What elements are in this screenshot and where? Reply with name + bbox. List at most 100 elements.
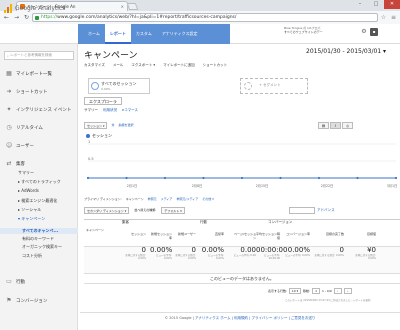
- report-action[interactable]: メール: [113, 63, 124, 68]
- total-value: 0.00: [240, 246, 256, 254]
- total-value: 0.00%: [287, 246, 310, 254]
- report-action[interactable]: エクスポート ▾: [131, 63, 155, 68]
- forward-icon[interactable]: →: [12, 13, 21, 22]
- total-value: ¥0: [367, 246, 376, 254]
- explorer-tab[interactable]: エクスプローラ: [84, 97, 122, 105]
- add-segment-button[interactable]: + セグメント: [240, 78, 308, 94]
- total-value: 0.00%: [201, 246, 224, 254]
- line-chart-icon[interactable]: ⌇: [330, 122, 341, 129]
- dimension-tab[interactable]: メディア: [161, 197, 173, 201]
- nav-tab[interactable]: アナリティクス設定: [156, 24, 203, 44]
- report-action[interactable]: カスタマイズ: [84, 63, 105, 68]
- table-column-header[interactable]: 直帰率: [200, 232, 224, 236]
- sidebar-item[interactable]: ▦ マイレポート一覧: [0, 68, 78, 80]
- header-icons: ⚙ ▪: [360, 28, 378, 36]
- dimension-tab[interactable]: その他 ▾: [202, 197, 213, 201]
- sidebar-item[interactable]: ⚑ コンバージョン: [0, 295, 78, 307]
- avatar[interactable]: ▪: [370, 28, 378, 36]
- data-point: [163, 176, 167, 180]
- table-column-header[interactable]: 新規ユーザー: [174, 232, 196, 236]
- footer-copyright: © 2015 Google |: [164, 316, 194, 320]
- table-total-cell: 0.00% ビューの平均: 0.00%: [200, 246, 224, 260]
- sidebar-subitem[interactable]: すべてのキャンペ...: [22, 228, 58, 234]
- rows-dropdown[interactable]: 10 ▾: [289, 288, 302, 294]
- nav-tab[interactable]: ホーム: [83, 24, 105, 44]
- table-column-header[interactable]: 目標値: [350, 232, 376, 236]
- sidebar-item[interactable]: ◷ リアルタイム: [0, 122, 78, 134]
- explorer-subtab[interactable]: eコマース: [122, 108, 138, 113]
- tab-close-icon[interactable]: ×: [121, 4, 127, 9]
- table-first-col-header[interactable]: キャンペーン: [86, 228, 106, 232]
- back-icon[interactable]: ←: [2, 13, 11, 22]
- explorer-subtab[interactable]: サマリー: [84, 108, 98, 113]
- nav-tab[interactable]: レポート: [104, 24, 131, 44]
- sidebar-subitem[interactable]: ▸ すべてのトラフィック: [18, 179, 61, 185]
- sidebar-item[interactable]: ☺ ユーザー: [0, 140, 78, 152]
- account-selector[interactable]: Blue Tongue の UAプロパ すべてのウェブサイトのデー: [284, 26, 358, 40]
- dimension-tab[interactable]: 参照元/メディア: [176, 197, 198, 201]
- data-point: [317, 176, 321, 180]
- table-column-header[interactable]: 平均セッション時間: [256, 232, 280, 240]
- table-column-header[interactable]: 新規セッション率: [150, 232, 172, 240]
- sort-type-dropdown[interactable]: デフォルト ▾: [161, 207, 185, 214]
- sidebar-subitem[interactable]: サマリー: [18, 170, 34, 176]
- sidebar-subitem[interactable]: ▾ キャンペーン: [18, 216, 45, 222]
- dimension-tab[interactable]: キャンペーン: [126, 197, 144, 201]
- table-group-header: 集客: [122, 220, 129, 224]
- table-column-header[interactable]: セッション: [122, 232, 146, 236]
- maximize-icon[interactable]: □: [368, 0, 384, 9]
- sidebar-subitem[interactable]: ▸ AdWords: [18, 188, 39, 193]
- address-bar[interactable]: https://www.google.com/analytics/web/?hl…: [32, 13, 378, 22]
- dimension-tab[interactable]: 参照元: [148, 197, 157, 201]
- menu-icon[interactable]: ≡: [389, 13, 398, 22]
- total-value: 0.00%: [150, 246, 173, 254]
- sidebar-item-label: マイレポート一覧: [16, 72, 52, 77]
- sidebar-subitem[interactable]: ▸ 検索エンジン最適化: [18, 198, 57, 204]
- select-metric-link[interactable]: 指標を選択: [118, 122, 133, 129]
- next-page-icon[interactable]: ›: [343, 288, 352, 294]
- acquisition-icon: ⇄: [6, 160, 12, 167]
- table-controls: セカンダリ ディメンション ▾ 並べ替えの種類: デフォルト ▾: [84, 207, 185, 214]
- goto-input[interactable]: 1: [312, 288, 321, 294]
- explorer-subtab[interactable]: 利用状況: [103, 108, 117, 113]
- advanced-link[interactable]: アドバンス: [317, 207, 335, 214]
- report-action[interactable]: ショートカット: [203, 63, 228, 68]
- sidebar-item-label: インテリジェンス イベント: [16, 108, 72, 113]
- segment-all-sessions[interactable]: すべてのセッション 0.00%: [88, 78, 150, 94]
- secondary-dimension-dropdown[interactable]: セカンダリ ディメンション ▾: [84, 207, 130, 214]
- analytics-logo-icon: [4, 4, 13, 13]
- reload-icon[interactable]: ↻: [22, 13, 31, 22]
- close-icon[interactable]: ✕: [384, 0, 400, 9]
- time-granularity-icon[interactable]: ▤: [318, 122, 329, 129]
- star-icon[interactable]: ☆: [379, 13, 388, 22]
- sidebar-subitem[interactable]: コスト分析: [22, 253, 42, 259]
- motion-chart-icon[interactable]: ◎: [342, 122, 353, 129]
- sidebar-subitem[interactable]: ▸ ソーシャル: [18, 207, 41, 213]
- sidebar-item[interactable]: ⇄ 集客: [0, 158, 78, 170]
- metric-dropdown[interactable]: セッション ▾: [84, 122, 108, 129]
- table-column-header[interactable]: ページ/セッション: [232, 232, 256, 240]
- chart-view-buttons: ▤ ⌇ ◎: [318, 122, 353, 129]
- sidebar-search-input[interactable]: ⌕ レポートと参考情報を検索: [4, 51, 74, 60]
- gear-icon[interactable]: ⚙: [360, 28, 368, 36]
- data-point: [240, 176, 244, 180]
- sidebar-subitem[interactable]: オーガニック検索キー: [22, 244, 62, 250]
- prev-page-icon[interactable]: ‹: [333, 288, 342, 294]
- nav-tab[interactable]: カスタム: [130, 24, 157, 44]
- sidebar-item[interactable]: ✦ インテリジェンス イベント: [0, 104, 78, 116]
- table-search-input[interactable]: [289, 207, 315, 214]
- report-action[interactable]: マイレポートに追加: [163, 63, 195, 68]
- table-total-cell: 0.00% ビューの平均: 0.00%: [150, 246, 172, 260]
- table-column-header[interactable]: コンバージョン率: [282, 232, 310, 236]
- minimize-icon[interactable]: –: [352, 0, 368, 9]
- footer-links[interactable]: アナリティクス ホーム | 利用規約 | プライバシー ポリシー | ご意見をお…: [195, 316, 315, 320]
- date-range-picker[interactable]: 2015/01/30 - 2015/03/01 ▾: [306, 48, 386, 55]
- sidebar-subitem[interactable]: 有料のキーワード: [22, 236, 54, 242]
- explorer-subtabs: サマリー 利用状況 eコマース: [84, 108, 138, 113]
- table-group-header: 行動: [200, 220, 207, 224]
- sidebar-item-label: コンバージョン: [16, 299, 48, 304]
- sidebar-item[interactable]: ▭ 行動: [0, 276, 78, 288]
- table-column-header[interactable]: 目標の完了数: [314, 232, 344, 236]
- sidebar-item[interactable]: ➜ ショートカット: [0, 86, 78, 98]
- ga-logo[interactable]: Google Analytics: [4, 4, 65, 13]
